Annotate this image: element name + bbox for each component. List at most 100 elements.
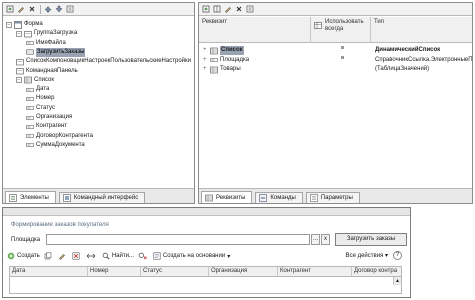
- tab-commands[interactable]: Команды: [255, 192, 303, 203]
- tab-parameters[interactable]: Параметры: [305, 192, 360, 203]
- expand-icon[interactable]: +: [203, 56, 210, 65]
- attribute-name: Список: [220, 46, 244, 55]
- attribute-row[interactable]: + Список ДинамическийСписок: [199, 46, 472, 55]
- list-column-header[interactable]: Номер: [88, 267, 141, 276]
- column-header-attribute[interactable]: Реквизит: [199, 17, 311, 43]
- attributes-grid-header: Реквизит Использовать всегда Тип: [199, 17, 472, 43]
- tree-item[interactable]: СуммаДокумента: [3, 141, 194, 150]
- move-down-icon[interactable]: [54, 4, 64, 14]
- field-icon: [26, 95, 34, 103]
- add-column-icon[interactable]: [212, 4, 222, 14]
- table-icon: [210, 47, 218, 55]
- list-column-header[interactable]: Контрагент: [278, 267, 352, 276]
- list-menu-icon[interactable]: [245, 4, 255, 14]
- add-icon[interactable]: [5, 4, 15, 14]
- use-always-cell[interactable]: [316, 55, 368, 59]
- all-actions-label: Все действия: [345, 253, 384, 259]
- column-header-type[interactable]: Тип: [371, 17, 474, 43]
- tree-item[interactable]: ИмяФайла: [3, 39, 194, 48]
- tree-item[interactable]: Номер: [3, 94, 194, 103]
- attributes-toolbar: [199, 3, 472, 16]
- list-column-header[interactable]: Организация: [209, 267, 278, 276]
- tree-item[interactable]: Организация: [3, 113, 194, 122]
- attribute-row[interactable]: + Товары (ТаблицаЗначений): [199, 65, 472, 74]
- edit-icon[interactable]: [58, 251, 68, 262]
- collapse-toggle-icon[interactable]: −: [16, 30, 22, 37]
- list-column-header[interactable]: Договор контра: [352, 267, 404, 276]
- find-button[interactable]: Найти...: [102, 251, 134, 262]
- tree-item[interactable]: ЗагрузитьЗаказы: [3, 47, 194, 57]
- form-elements-tree: − Форма − ГруппаЗагрузка ИмяФайла ЗагрузитьЗа…: [3, 17, 194, 187]
- tree-item-label: Организация: [36, 114, 73, 120]
- collapse-toggle-icon[interactable]: −: [6, 21, 12, 28]
- tree-item-label: Статус: [36, 104, 55, 111]
- field-icon: [26, 39, 34, 47]
- use-always-cell[interactable]: [316, 46, 368, 49]
- create-button[interactable]: Создать: [7, 251, 40, 262]
- table-icon: [210, 66, 218, 74]
- tab-elements[interactable]: Элементы: [5, 191, 56, 203]
- tree-item[interactable]: − Список: [3, 76, 194, 85]
- field-icon: [26, 141, 34, 149]
- tree-item[interactable]: КоманднаяПанель: [3, 67, 194, 76]
- tab-label: Команды: [270, 195, 296, 201]
- expand-icon[interactable]: +: [203, 46, 210, 55]
- tree-item[interactable]: СписокКомпоновщикНастроекПользовательски…: [3, 57, 194, 66]
- attribute-name: Площадка: [220, 56, 250, 63]
- tree-item-label: Форма: [24, 21, 43, 27]
- group-icon: [16, 67, 24, 75]
- tab-attributes[interactable]: Реквизиты: [201, 191, 253, 203]
- tree-item[interactable]: Дата: [3, 85, 194, 94]
- tree-item[interactable]: Статус: [3, 104, 194, 113]
- form-elements-pane: − Форма − ГруппаЗагрузка ИмяФайла ЗагрузитьЗа…: [2, 2, 195, 204]
- edit-icon[interactable]: [223, 4, 233, 14]
- tab-command-interface[interactable]: Командный интерфейс: [58, 192, 146, 203]
- tree-item-label: ГруппаЗагрузка: [34, 30, 78, 37]
- delete-icon[interactable]: [234, 4, 244, 14]
- tree-item-label: Список: [34, 76, 54, 83]
- platform-input[interactable]: [46, 234, 310, 245]
- list-column-header[interactable]: Дата: [10, 267, 88, 276]
- list-column-header[interactable]: Статус: [141, 267, 209, 276]
- clear-button[interactable]: x: [321, 234, 330, 245]
- elements-toolbar: [3, 3, 194, 16]
- add-attribute-icon[interactable]: [201, 4, 211, 14]
- button-icon: [26, 48, 34, 56]
- move-up-icon[interactable]: [43, 4, 53, 14]
- edit-icon[interactable]: [16, 4, 26, 14]
- select-button[interactable]: ...: [311, 234, 320, 245]
- help-button[interactable]: ?: [393, 251, 402, 260]
- tab-label: Реквизиты: [216, 194, 246, 201]
- scroll-up-button[interactable]: ▲: [393, 277, 401, 285]
- form-icon: [14, 20, 22, 29]
- list-menu-icon[interactable]: [65, 4, 75, 14]
- tree-item[interactable]: ДоговорКонтрагента: [3, 132, 194, 141]
- tree-item-label: КоманднаяПанель: [26, 67, 78, 74]
- delete-mark-icon[interactable]: [72, 251, 82, 262]
- field-icon: [26, 132, 34, 140]
- cancel-search-icon[interactable]: [138, 251, 149, 262]
- load-orders-button[interactable]: Загрузить заказы: [335, 233, 407, 246]
- group-icon: [16, 58, 24, 66]
- tab-label: Командный интерфейс: [73, 195, 139, 201]
- commands-icon: [259, 194, 268, 202]
- copy-icon[interactable]: [44, 251, 54, 262]
- orders-list-body[interactable]: ▲: [9, 277, 402, 294]
- tree-item[interactable]: Контрагент: [3, 122, 194, 131]
- delete-icon[interactable]: [27, 4, 37, 14]
- create-based-on-button[interactable]: Создать на основании ▾: [153, 251, 230, 262]
- tree-item[interactable]: − Форма: [3, 20, 194, 29]
- tree-item-label: Контрагент: [36, 123, 68, 130]
- attribute-name-cell: + Площадка: [203, 56, 311, 65]
- use-always-marker-icon: [340, 46, 344, 49]
- tree-item[interactable]: − ГруппаЗагрузка: [3, 29, 194, 38]
- attribute-row[interactable]: + Площадка СправочникСсылка.ЭлектронныеП: [199, 55, 473, 65]
- field-icon: [210, 56, 218, 64]
- expand-icon[interactable]: +: [203, 65, 210, 74]
- column-header-use-always[interactable]: Использовать всегда: [311, 17, 371, 43]
- attribute-name-cell: + Товары: [203, 65, 311, 74]
- tree-item-label: Номер: [36, 95, 55, 102]
- all-actions-button[interactable]: Все действия ▾: [346, 252, 388, 259]
- post-icon[interactable]: [86, 251, 98, 262]
- collapse-toggle-icon[interactable]: −: [16, 77, 22, 84]
